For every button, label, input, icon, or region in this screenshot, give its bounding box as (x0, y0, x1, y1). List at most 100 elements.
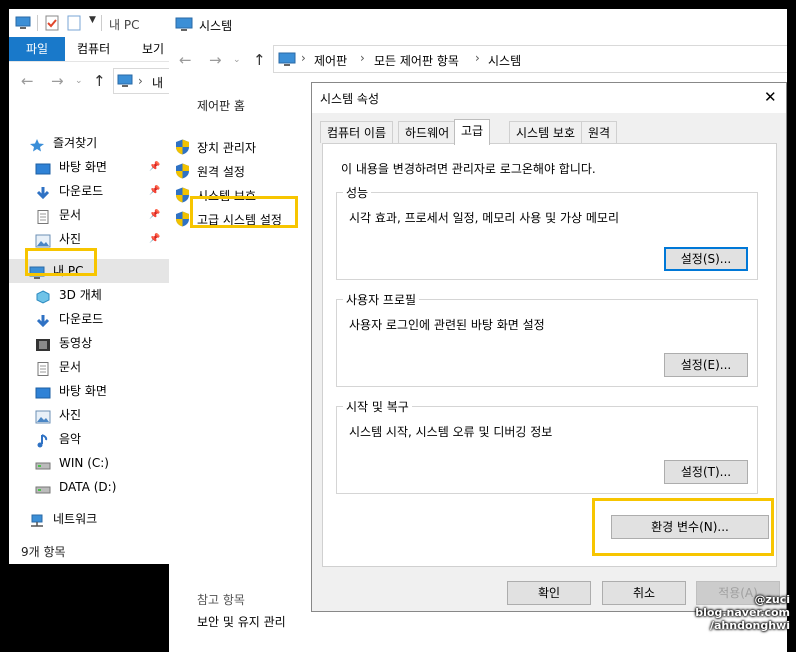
pin-icon: 📌 (149, 210, 161, 220)
tree-item-label: 네트워크 (53, 512, 98, 526)
drive-icon (35, 456, 51, 470)
startup-recovery-settings-button[interactable]: 설정(T)... (664, 460, 748, 484)
group-description: 사용자 로그인에 관련된 바탕 화면 설정 (349, 318, 545, 332)
pictures-icon (35, 408, 51, 424)
breadcrumb-all-items[interactable]: 모든 제어판 항목 (374, 52, 459, 69)
properties-icon[interactable] (45, 15, 59, 31)
tab-computer[interactable]: 컴퓨터 (77, 37, 110, 61)
address-bar[interactable]: › 내 (113, 68, 169, 94)
chevron-right-icon: › (301, 51, 306, 65)
performance-settings-button[interactable]: 설정(S)... (664, 247, 748, 271)
tab-computer-name[interactable]: 컴퓨터 이름 (320, 121, 394, 143)
tree-item[interactable]: WIN (C:) (9, 451, 169, 475)
pin-icon: 📌 (149, 186, 161, 196)
download-icon (35, 184, 51, 200)
tree-item[interactable]: 3D 개체 (9, 283, 169, 307)
tree-item-label: 사진 (59, 408, 82, 422)
pictures-icon (35, 232, 51, 248)
tree-item[interactable]: 음악 (9, 427, 169, 451)
ok-button[interactable]: 확인 (507, 581, 591, 605)
tree-item[interactable]: 즐겨찾기 (9, 131, 169, 155)
window-title: 시스템 (199, 19, 233, 33)
new-folder-icon[interactable] (67, 15, 81, 31)
tree-item[interactable]: 문서 (9, 355, 169, 379)
tab-advanced[interactable]: 고급 (454, 119, 491, 145)
control-panel-home-link[interactable]: 제어판 홈 (197, 97, 245, 114)
breadcrumb-control-panel[interactable]: 제어판 (314, 52, 347, 69)
group-title: 시작 및 복구 (343, 398, 412, 415)
breadcrumb-system[interactable]: 시스템 (488, 52, 521, 69)
tree-item[interactable]: 네트워크 (9, 507, 169, 531)
system-left-pane: 제어판 홈 장치 관리자 원격 설정 시스템 보호 고급 시스템 설정 참고 항… (169, 77, 311, 652)
tree-item[interactable]: 문서 📌 (9, 203, 169, 227)
cancel-button[interactable]: 취소 (602, 581, 686, 605)
highlight-box-this-pc (25, 248, 97, 276)
system-icon (175, 17, 193, 31)
group-description: 시각 효과, 프로세서 일정, 메모리 사용 및 가상 메모리 (349, 211, 619, 225)
watermark-line: /ahndonghwi (709, 619, 790, 632)
dialog-titlebar: 시스템 속성 ✕ (312, 83, 786, 113)
download-icon (35, 312, 51, 328)
tree-item[interactable]: 바탕 화면 📌 (9, 155, 169, 179)
admin-notice: 이 내용을 변경하려면 관리자로 로그온해야 합니다. (341, 162, 596, 176)
tree-item-label: WIN (C:) (59, 456, 109, 470)
back-arrow-icon[interactable]: ← (21, 72, 34, 90)
address-bar[interactable]: › 제어판 › 모든 제어판 항목 › 시스템 (273, 45, 787, 73)
video-icon (35, 336, 51, 351)
shield-icon (176, 163, 189, 179)
music-icon (35, 432, 51, 448)
document-icon (35, 208, 51, 224)
quick-access-dropdown-icon[interactable]: ▼ (89, 15, 96, 25)
shield-icon (176, 187, 189, 203)
up-arrow-icon[interactable]: ↑ (253, 51, 266, 69)
drive-icon (35, 480, 51, 494)
tab-view[interactable]: 보기 (142, 37, 164, 61)
tab-hardware[interactable]: 하드웨어 (398, 121, 457, 143)
dialog-title: 시스템 속성 (320, 92, 380, 106)
close-icon[interactable]: ✕ (764, 88, 777, 106)
divider (101, 15, 102, 31)
navigation-bar: ← → ⌄ ↑ › 내 (9, 61, 169, 101)
forward-arrow-icon[interactable]: → (51, 72, 64, 90)
tree-item-label: 음악 (59, 432, 82, 446)
security-maintenance-link[interactable]: 보안 및 유지 관리 (197, 613, 286, 630)
forward-arrow-icon[interactable]: → (209, 51, 222, 69)
recent-dropdown-icon[interactable]: ⌄ (233, 55, 241, 65)
watermark: @zuci blog.naver.com /ahndonghwi (690, 593, 790, 632)
document-icon (35, 360, 51, 376)
user-profile-settings-button[interactable]: 설정(E)... (664, 353, 748, 377)
group-title: 성능 (343, 184, 372, 201)
tree-item-label: 동영상 (59, 336, 93, 350)
tree-item[interactable]: DATA (D:) (9, 475, 169, 499)
tree-item[interactable]: 사진 (9, 403, 169, 427)
computer-icon (117, 74, 133, 87)
cube-icon (35, 288, 51, 304)
tab-system-protection[interactable]: 시스템 보호 (509, 121, 583, 143)
watermark-line: @zuci (754, 593, 790, 606)
tree-item[interactable]: 동영상 (9, 331, 169, 355)
tab-remote[interactable]: 원격 (581, 121, 618, 143)
pin-icon: 📌 (149, 162, 161, 172)
up-arrow-icon[interactable]: ↑ (93, 72, 106, 90)
tree-item-label: 문서 (59, 360, 82, 374)
recent-dropdown-icon[interactable]: ⌄ (75, 76, 83, 86)
tree-item[interactable]: 다운로드 📌 (9, 179, 169, 203)
back-arrow-icon[interactable]: ← (179, 51, 192, 69)
shield-icon (176, 211, 189, 227)
group-description: 시스템 시작, 시스템 오류 및 디버깅 정보 (349, 425, 553, 439)
shield-icon (176, 139, 189, 155)
tree-item[interactable]: 다운로드 (9, 307, 169, 331)
group-title: 사용자 프로필 (343, 291, 420, 308)
remote-settings-link[interactable]: 원격 설정 (197, 163, 245, 180)
computer-icon (15, 16, 31, 29)
startup-recovery-group: 시작 및 복구 시스템 시작, 시스템 오류 및 디버깅 정보 설정(T)... (336, 398, 758, 494)
highlight-box-advanced-settings (190, 196, 298, 228)
user-profiles-group: 사용자 프로필 사용자 로그인에 관련된 바탕 화면 설정 설정(E)... (336, 291, 758, 387)
device-manager-link[interactable]: 장치 관리자 (197, 139, 256, 156)
chevron-right-icon: › (138, 74, 143, 88)
address-crumb: 내 (152, 76, 164, 90)
chevron-right-icon: › (360, 51, 365, 65)
tab-file[interactable]: 파일 (9, 37, 65, 61)
tree-item-label: 즐겨찾기 (53, 136, 98, 150)
tree-item[interactable]: 바탕 화면 (9, 379, 169, 403)
